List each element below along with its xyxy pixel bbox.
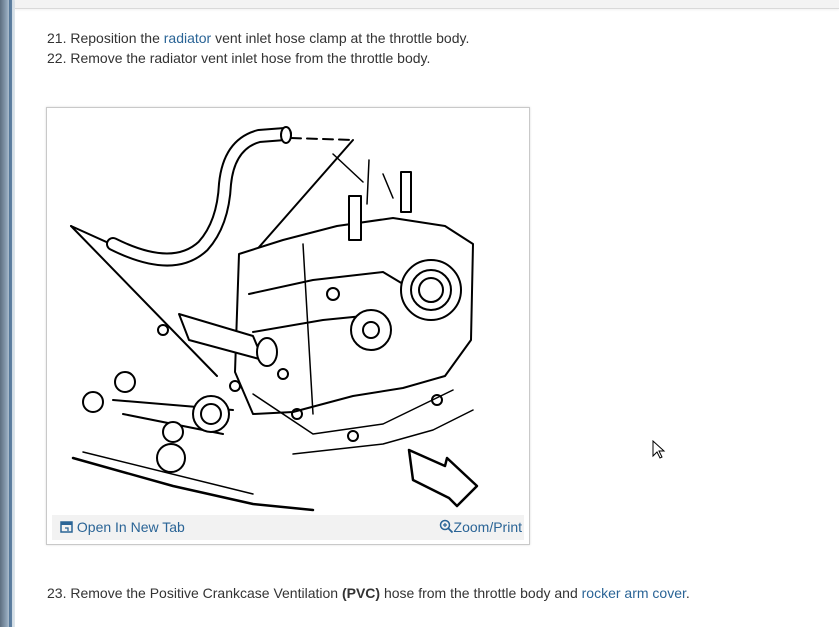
figure-toolbar: Open In New Tab Zoom/Print <box>52 515 524 540</box>
left-edge-sliver <box>9 0 12 627</box>
hose-dash-line <box>290 137 354 141</box>
step-23-text-end: . <box>685 585 690 601</box>
zoom-icon <box>439 519 453 534</box>
step-23-text-middle: hose from the throttle body and <box>380 585 582 601</box>
zoom-print-label: Zoom/Print <box>453 519 522 535</box>
pvc-abbreviation: (PVC) <box>341 585 381 601</box>
open-in-new-tab-label: Open In New Tab <box>76 519 185 535</box>
step-23: 23. Remove the Positive Crankcase Ventil… <box>47 583 690 603</box>
throttle-body-diagram[interactable] <box>53 114 523 514</box>
open-new-tab-icon <box>60 521 73 533</box>
step-21-text-end: vent inlet hose clamp at the throttle bo… <box>211 30 470 46</box>
figure-panel: Open In New Tab Zoom/Print <box>46 107 530 545</box>
rocker-arm-cover-link[interactable]: rocker arm cover <box>582 585 686 601</box>
mouse-cursor-icon <box>652 440 666 459</box>
step-23-text-start: 23. Remove the Positive Crankcase Ventil… <box>47 585 342 601</box>
top-header-strip <box>15 0 839 9</box>
instruction-list: 21. Reposition the radiator vent inlet h… <box>47 28 827 68</box>
radiator-link[interactable]: radiator <box>164 30 211 46</box>
front-arrow <box>407 448 479 508</box>
open-in-new-tab-button[interactable]: Open In New Tab <box>60 515 185 540</box>
step-21: 21. Reposition the radiator vent inlet h… <box>47 28 827 48</box>
step-21-text-start: 21. Reposition the <box>47 30 164 46</box>
zoom-print-button[interactable]: Zoom/Print <box>439 515 522 540</box>
step-22: 22. Remove the radiator vent inlet hose … <box>47 50 431 66</box>
left-window-edge <box>0 0 15 627</box>
